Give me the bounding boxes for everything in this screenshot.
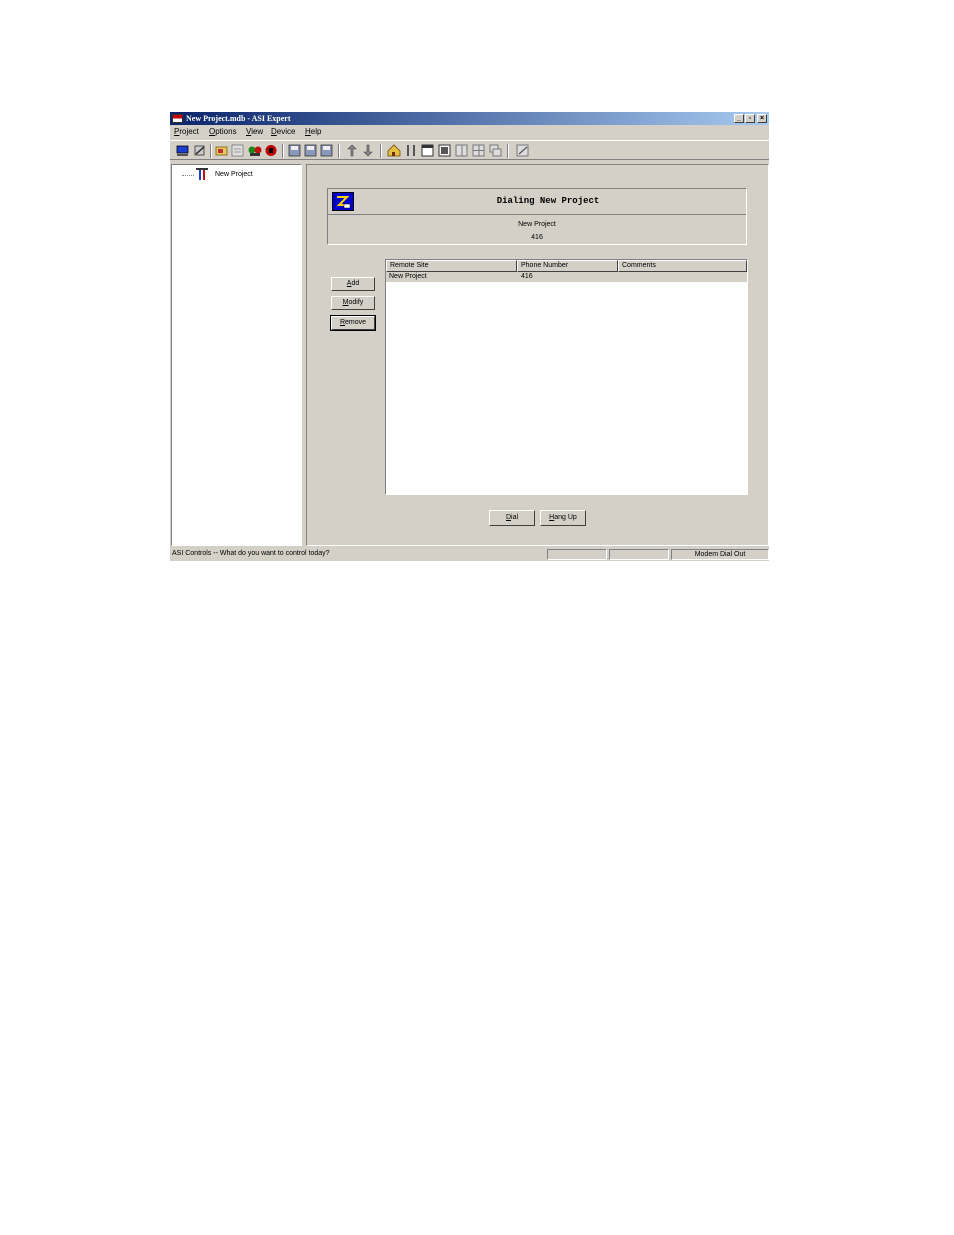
grid-icon[interactable] xyxy=(472,144,486,157)
menu-bar: Project Options View Device Help xyxy=(170,126,769,138)
menu-project[interactable]: Project xyxy=(174,127,199,137)
toolbar-separator xyxy=(507,144,509,158)
title-bar[interactable]: New Project.mdb - ASI Expert _ ▫ × xyxy=(170,112,769,125)
stop-icon[interactable] xyxy=(264,144,278,157)
hang-up-button[interactable]: Hang Up xyxy=(540,510,586,526)
cell-phone-number: 416 xyxy=(521,273,533,280)
banner-header: Dialing New Project xyxy=(328,189,746,215)
minimize-button[interactable]: _ xyxy=(734,114,744,123)
window-icon[interactable] xyxy=(421,144,435,157)
dialing-number: 416 xyxy=(531,234,543,241)
column-header-comments[interactable]: Comments xyxy=(618,260,747,272)
properties-icon[interactable] xyxy=(231,144,245,157)
tree-item-project[interactable]: New Project xyxy=(215,170,253,179)
monitor-icon[interactable] xyxy=(248,144,262,157)
tools-icon[interactable] xyxy=(404,144,418,157)
connect-icon[interactable] xyxy=(176,144,190,157)
help-icon[interactable] xyxy=(516,144,530,157)
modem-icon xyxy=(332,192,354,211)
menu-device[interactable]: Device xyxy=(271,127,295,137)
menu-help[interactable]: Help xyxy=(305,127,321,137)
save-all-icon[interactable] xyxy=(304,144,318,157)
toolbar-separator xyxy=(282,144,284,158)
toolbar-separator xyxy=(210,144,212,158)
status-mode: Modem Dial Out xyxy=(671,549,769,560)
upload-icon[interactable] xyxy=(345,144,359,157)
status-message: ASI Controls -- What do you want to cont… xyxy=(172,550,330,557)
app-window: New Project.mdb - ASI Expert _ ▫ × Proje… xyxy=(170,112,769,561)
toolbar-separator xyxy=(338,144,340,158)
download-icon[interactable] xyxy=(361,144,375,157)
cascade-icon[interactable] xyxy=(489,144,503,157)
remote-sites-list[interactable]: Remote Site Phone Number Comments New Pr… xyxy=(385,259,748,495)
tree-connector xyxy=(182,175,194,176)
cell-remote-site: New Project xyxy=(389,273,427,280)
save-as-icon[interactable] xyxy=(320,144,334,157)
save-icon[interactable] xyxy=(288,144,302,157)
open-icon[interactable] xyxy=(215,144,229,157)
remove-button[interactable]: Remove xyxy=(330,315,376,331)
dial-button[interactable]: Dial xyxy=(489,510,535,526)
maximize-button[interactable]: ▫ xyxy=(745,114,755,123)
status-bar: ASI Controls -- What do you want to cont… xyxy=(170,548,769,560)
tile-icon[interactable] xyxy=(455,144,469,157)
project-tree[interactable]: New Project xyxy=(171,164,302,546)
toolbar-separator xyxy=(380,144,382,158)
toolbar xyxy=(170,140,769,160)
app-icon[interactable] xyxy=(172,114,183,123)
dialing-site-name: New Project xyxy=(518,221,556,228)
close-button[interactable]: × xyxy=(757,114,767,123)
dial-panel: Dialing New Project New Project 416 Add … xyxy=(306,164,769,546)
menu-view[interactable]: View xyxy=(246,127,263,137)
status-pane-2 xyxy=(547,549,607,560)
modify-button[interactable]: Modify xyxy=(331,296,375,310)
status-pane-3 xyxy=(609,549,669,560)
add-button[interactable]: Add xyxy=(331,277,375,291)
dialing-title: Dialing New Project xyxy=(496,196,600,206)
disconnect-icon[interactable] xyxy=(193,144,207,157)
column-header-remote-site[interactable]: Remote Site xyxy=(386,260,517,272)
table-row[interactable]: New Project 416 xyxy=(386,272,747,282)
project-icon xyxy=(194,167,210,181)
page-icon[interactable] xyxy=(438,144,452,157)
column-header-phone-number[interactable]: Phone Number xyxy=(517,260,618,272)
dialing-banner: Dialing New Project New Project 416 xyxy=(327,188,747,245)
menu-options[interactable]: Options xyxy=(209,127,237,137)
window-title: New Project.mdb - ASI Expert xyxy=(186,114,291,123)
home-icon[interactable] xyxy=(387,144,401,157)
